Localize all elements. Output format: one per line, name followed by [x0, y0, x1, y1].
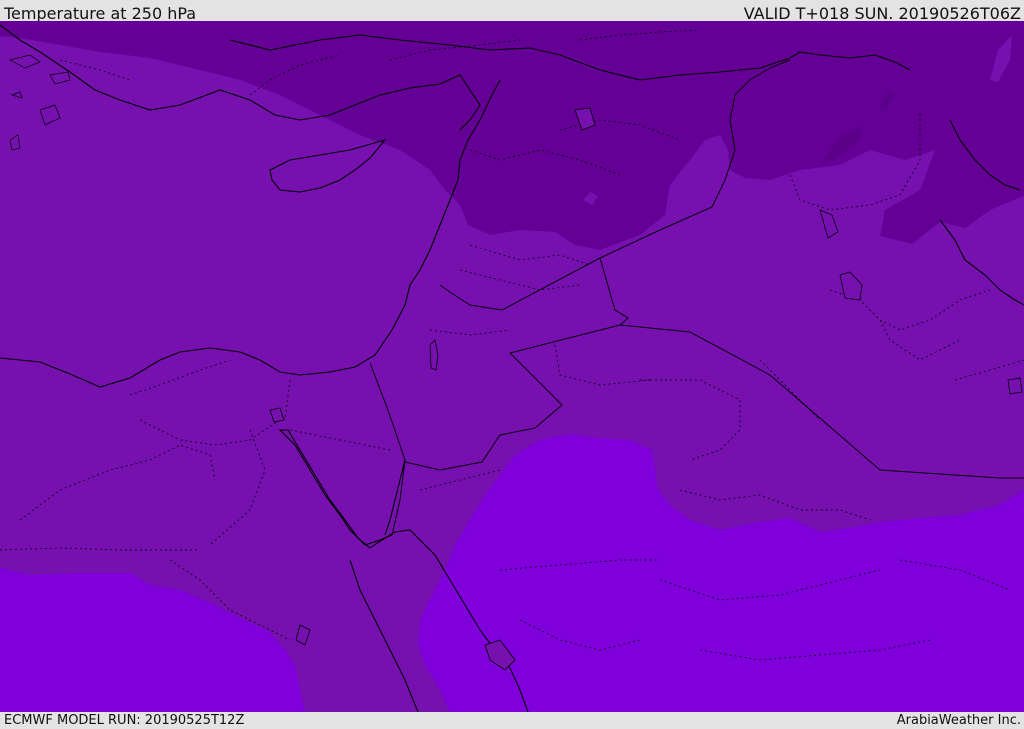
credit: ArabiaWeather Inc.	[896, 713, 1021, 728]
model-run: ECMWF MODEL RUN: 20190525T12Z	[4, 713, 245, 728]
map-footer: ECMWF MODEL RUN: 20190525T12Z ArabiaWeat…	[0, 712, 1024, 729]
map-header: Temperature at 250 hPa VALID T+018 SUN. …	[0, 0, 1024, 23]
temperature-map[interactable]	[0, 21, 1024, 712]
